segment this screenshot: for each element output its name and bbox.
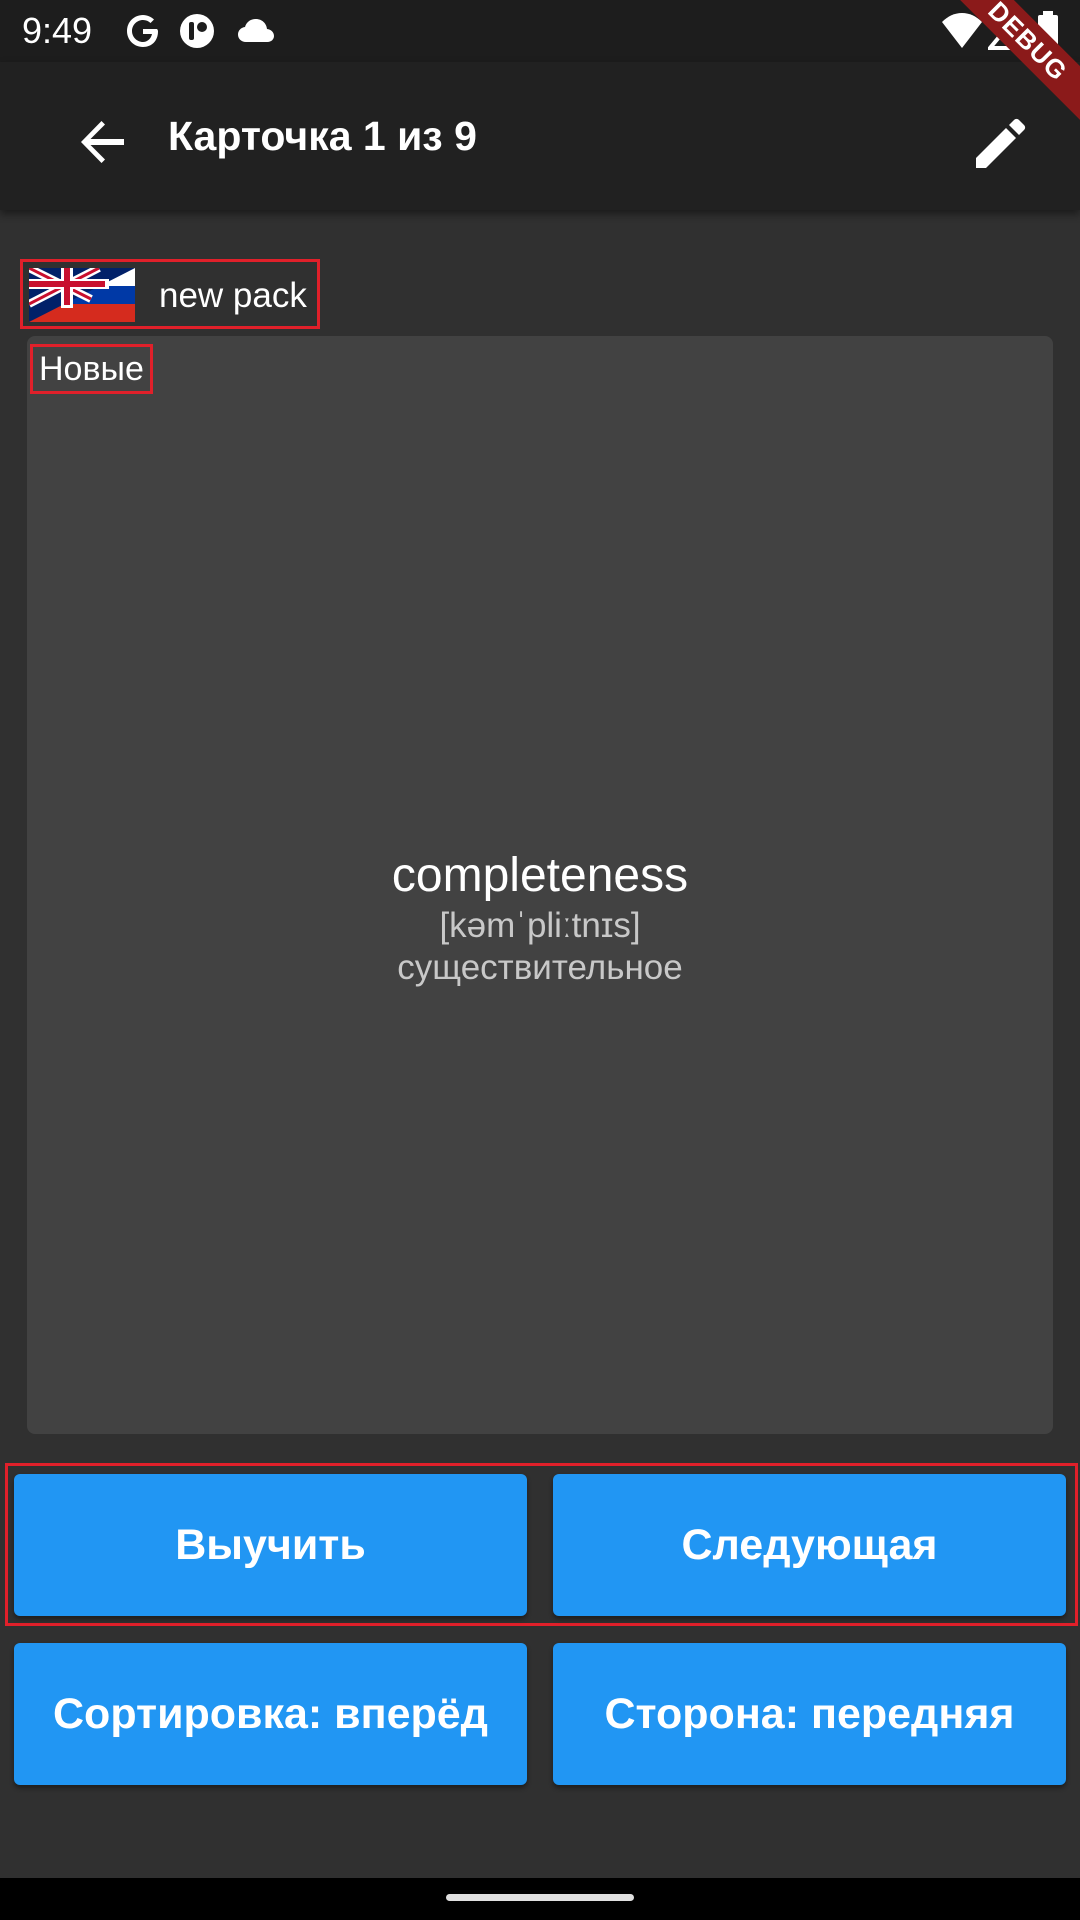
screen: 9:49 DEBUG Карточка 1 из 9 new pack Новы… [0, 0, 1080, 1920]
card-status-label: Новые [30, 344, 153, 394]
cloud-icon [238, 19, 274, 42]
navigation-bar [0, 1878, 1080, 1920]
pencil-icon [976, 118, 1026, 168]
next-button[interactable]: Следующая [553, 1474, 1066, 1616]
home-handle[interactable] [446, 1894, 634, 1901]
learn-button[interactable]: Выучить [14, 1474, 527, 1616]
status-time: 9:49 [22, 10, 93, 51]
pack-name: new pack [159, 276, 307, 315]
google-icon [127, 15, 158, 47]
arrow-back-icon [81, 121, 124, 163]
flashcard[interactable]: Новые completeness [kəmˈpliːtnɪs] сущест… [27, 336, 1053, 1434]
side-button[interactable]: Сторона: передняя [553, 1643, 1066, 1785]
page-title: Карточка 1 из 9 [168, 113, 477, 159]
edit-button[interactable] [960, 100, 1044, 184]
card-part-of-speech: существительное [397, 948, 683, 987]
app-bar: Карточка 1 из 9 [0, 62, 1080, 210]
pack-selector[interactable]: new pack [20, 259, 320, 329]
sort-button[interactable]: Сортировка: вперёд [14, 1643, 527, 1785]
en-ru-flag-icon [29, 268, 135, 322]
card-word: completeness [391, 849, 689, 902]
card-transcription: [kəmˈpliːtnɪs] [439, 906, 641, 945]
back-button[interactable] [62, 100, 146, 184]
status-bar: 9:49 [0, 0, 1080, 62]
app-notification-icon [180, 14, 214, 48]
